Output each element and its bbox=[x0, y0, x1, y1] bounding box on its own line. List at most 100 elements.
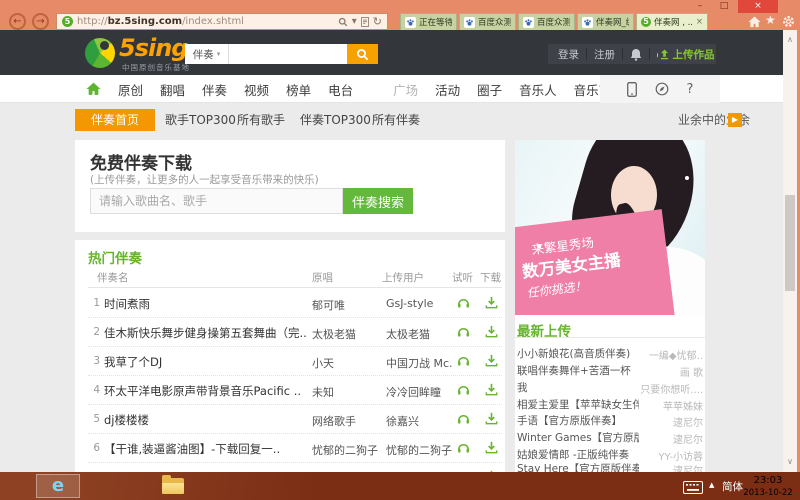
listen-icon[interactable] bbox=[456, 353, 472, 369]
uploader-link[interactable]: 冷冷回眸瞳 bbox=[386, 384, 452, 400]
ad-banner[interactable]: 来繁星秀场 数万美女主播 任你挑选！ bbox=[515, 140, 705, 315]
scroll-down-button[interactable]: ∨ bbox=[783, 455, 797, 469]
subnav-arrow-icon[interactable]: ▶ bbox=[728, 113, 742, 127]
table-row: 2 佳木斯快乐舞步健身操第五套舞曲（完.. 太极老猫 太极老猫 bbox=[88, 318, 502, 347]
song-link[interactable]: 佳木斯快乐舞步健身操第五套舞曲（完.. bbox=[104, 325, 306, 341]
nav-item[interactable]: 伴奏 bbox=[202, 80, 227, 99]
download-icon[interactable] bbox=[484, 324, 500, 340]
nav-item[interactable]: 圈子 bbox=[477, 80, 502, 99]
download-icon[interactable] bbox=[484, 411, 500, 427]
maximize-button[interactable]: □ bbox=[714, 0, 734, 13]
tab-label: 正在等待 bai... bbox=[419, 16, 452, 28]
subnav-tab[interactable]: 所有伴奏 bbox=[372, 109, 420, 131]
download-icon[interactable] bbox=[484, 382, 500, 398]
browser-home-icon[interactable] bbox=[748, 16, 761, 28]
header-search-input[interactable] bbox=[229, 44, 347, 64]
minimize-button[interactable]: – bbox=[690, 0, 710, 13]
compat-view-icon[interactable] bbox=[361, 17, 369, 27]
list-item[interactable]: 我只要你想听.... bbox=[515, 380, 705, 394]
nav-item[interactable]: 音乐人 bbox=[519, 80, 557, 99]
address-bar[interactable]: 5 http://bz.5sing.com/index.shtml ▾ ↻ bbox=[56, 13, 388, 30]
download-icon[interactable] bbox=[484, 295, 500, 311]
tab[interactable]: 正在等待 bai... bbox=[400, 13, 457, 30]
tray-expand-button[interactable]: ▲ bbox=[709, 481, 714, 489]
subnav-tab-active[interactable]: 伴奏首页 bbox=[75, 109, 155, 131]
list-item[interactable]: 联唱伴奏舞伴+苦酒一杯画 歌 bbox=[515, 363, 705, 377]
tab[interactable]: 百度众测平... bbox=[518, 13, 575, 30]
nav-item[interactable]: 电台 bbox=[328, 80, 353, 99]
search-category-select[interactable]: 伴奏▾ bbox=[185, 44, 229, 64]
subnav-tab[interactable]: 伴奏TOP300 bbox=[300, 109, 371, 131]
register-link[interactable]: 注册 bbox=[594, 47, 615, 62]
5sing-logo-icon[interactable] bbox=[85, 38, 115, 68]
singer: 太极老猫 bbox=[312, 326, 382, 342]
site-logo[interactable]: 5sing bbox=[119, 34, 187, 62]
tab-active[interactable]: 5 伴奏网 , ... × bbox=[636, 13, 708, 30]
keyboard-icon[interactable] bbox=[683, 479, 703, 498]
tools-gear-icon[interactable] bbox=[782, 15, 795, 28]
help-icon[interactable]: ? bbox=[687, 82, 694, 97]
bell-icon[interactable] bbox=[630, 48, 642, 61]
listen-icon[interactable] bbox=[456, 382, 472, 398]
song-link[interactable]: 时间煮雨 bbox=[104, 296, 306, 312]
row-number: 1 bbox=[88, 297, 100, 309]
song-link[interactable]: dj楼楼楼 bbox=[104, 412, 306, 428]
song-link[interactable]: 【干谁,装逼酱油图】-下载回复一.. bbox=[104, 441, 306, 457]
header-search-button[interactable] bbox=[347, 44, 378, 64]
accompaniment-search-input[interactable] bbox=[90, 188, 343, 214]
download-icon[interactable] bbox=[484, 353, 500, 369]
listen-icon[interactable] bbox=[456, 411, 472, 427]
nav-item[interactable]: 榜单 bbox=[286, 80, 311, 99]
row-number: 4 bbox=[88, 384, 100, 396]
paw-favicon-icon bbox=[405, 17, 416, 28]
tray-date: 2013-10-22 bbox=[738, 488, 798, 499]
explorer-taskbar-button[interactable] bbox=[162, 478, 184, 494]
accompaniment-search-button[interactable]: 伴奏搜索 bbox=[343, 188, 413, 214]
nav-item[interactable]: 翻唱 bbox=[160, 80, 185, 99]
forward-button[interactable]: → bbox=[32, 13, 49, 30]
nav-item[interactable]: 视频 bbox=[244, 80, 269, 99]
upload-button[interactable]: 上传作品 bbox=[658, 44, 716, 64]
song-link[interactable]: 环太平洋电影原声带背景音乐Pacific .. bbox=[104, 383, 306, 399]
login-link[interactable]: 登录 bbox=[548, 47, 579, 62]
nav-item[interactable]: 活动 bbox=[435, 80, 460, 99]
close-button[interactable]: × bbox=[738, 0, 778, 13]
tab-close-icon[interactable]: × bbox=[696, 17, 703, 27]
favorites-star-icon[interactable]: ★ bbox=[765, 13, 776, 27]
list-item[interactable]: 小小新娘花(高音质伴奏)一编◆忧郁.. bbox=[515, 346, 705, 360]
uploader-link[interactable]: 太极老猫 bbox=[386, 326, 452, 342]
subnav-tab[interactable]: 所有歌手 bbox=[237, 109, 285, 131]
listen-icon[interactable] bbox=[456, 440, 472, 456]
caret-down-icon[interactable]: ▾ bbox=[352, 16, 357, 27]
ie-taskbar-button[interactable]: e bbox=[36, 474, 80, 498]
scroll-thumb[interactable] bbox=[785, 195, 795, 291]
search-icon[interactable] bbox=[338, 17, 348, 27]
list-item[interactable]: 手语【官方原版伴奏】逮尼尔 bbox=[515, 413, 705, 427]
tab[interactable]: 伴奏网_编辑... bbox=[577, 13, 634, 30]
list-item[interactable]: 相爱主爱里【苹苹缺女生伴..苹苹姊妹 bbox=[515, 397, 705, 411]
nav-home-icon[interactable] bbox=[86, 82, 101, 96]
uploader-link[interactable]: 中国刀战 Mc.. bbox=[386, 355, 452, 371]
back-button[interactable]: ← bbox=[9, 13, 26, 30]
nav-item[interactable]: 原创 bbox=[118, 80, 143, 99]
download-icon[interactable] bbox=[484, 440, 500, 456]
subnav-tab[interactable]: 歌手TOP300 bbox=[165, 109, 236, 131]
singer: 小天 bbox=[312, 355, 382, 371]
uploader-link[interactable]: GsJ-style bbox=[386, 297, 452, 310]
refresh-icon[interactable]: ↻ bbox=[373, 15, 382, 28]
scroll-up-button[interactable]: ∧ bbox=[783, 33, 797, 47]
tray-clock[interactable]: 23:03 2013-10-22 bbox=[738, 475, 798, 498]
listen-icon[interactable] bbox=[456, 324, 472, 340]
song-link[interactable]: 我草了个DJ bbox=[104, 354, 306, 370]
uploader-link[interactable]: 忧郁的二狗子 bbox=[386, 442, 452, 458]
list-item[interactable]: Winter Games【官方原版伴..逮尼尔 bbox=[515, 430, 705, 444]
tab[interactable]: 百度众测平... bbox=[459, 13, 516, 30]
list-item[interactable]: 姑娘爱情郎 -正版纯伴奏YY-小访蓉 bbox=[515, 447, 705, 461]
paw-favicon-icon bbox=[464, 17, 475, 28]
row-number: 6 bbox=[88, 442, 100, 454]
listen-icon[interactable] bbox=[456, 295, 472, 311]
uploader-link[interactable]: 徐嘉兴 bbox=[386, 413, 452, 429]
compass-icon[interactable] bbox=[655, 82, 669, 96]
mobile-phone-icon[interactable] bbox=[627, 82, 637, 97]
nav-item[interactable]: 广场 bbox=[393, 80, 418, 99]
